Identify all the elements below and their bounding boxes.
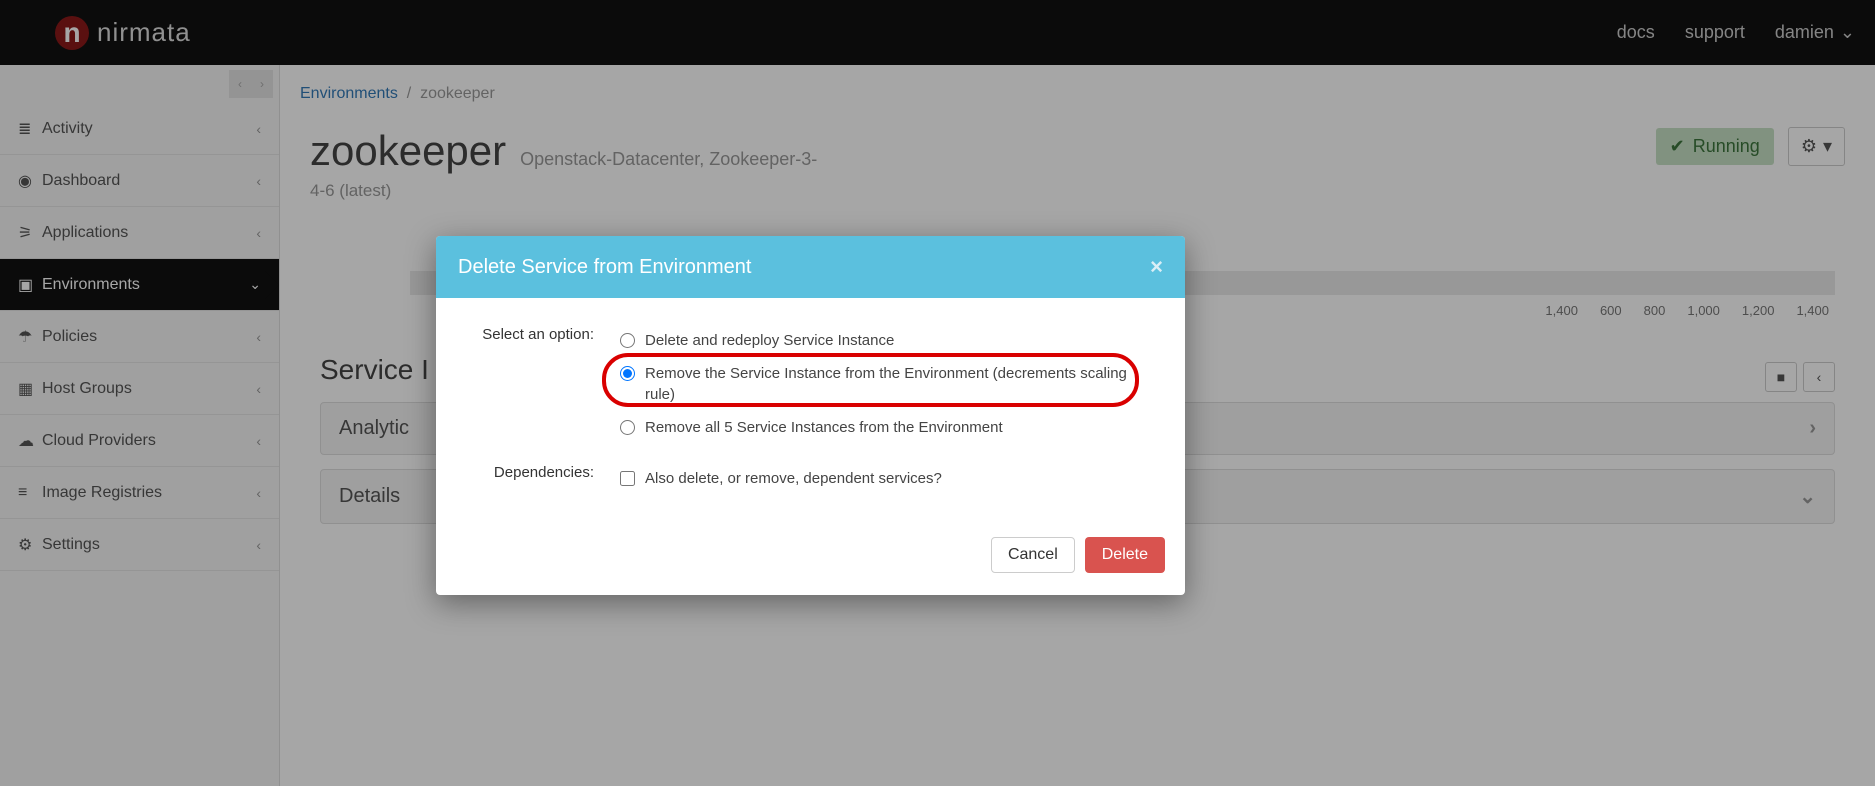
option-remove-all[interactable]: Remove all 5 Service Instances from the … [612, 411, 1159, 444]
option-text: Remove the Service Instance from the Env… [645, 363, 1151, 405]
checkbox-dependencies[interactable] [620, 471, 635, 486]
cancel-button[interactable]: Cancel [991, 537, 1075, 573]
modal-footer: Cancel Delete [436, 523, 1185, 595]
delete-button[interactable]: Delete [1085, 537, 1165, 573]
modal-body: Select an option: Delete and redeploy Se… [436, 298, 1185, 523]
option-label: Select an option: [462, 324, 612, 444]
delete-service-modal: Delete Service from Environment × Select… [436, 236, 1185, 595]
option-group: Delete and redeploy Service Instance Rem… [612, 324, 1159, 444]
dependencies-label: Dependencies: [462, 462, 612, 495]
dependencies-text: Also delete, or remove, dependent servic… [645, 468, 1151, 489]
modal-header: Delete Service from Environment × [436, 236, 1185, 298]
radio-delete-redeploy[interactable] [620, 333, 635, 348]
radio-remove-all[interactable] [620, 420, 635, 435]
radio-remove-instance[interactable] [620, 366, 635, 381]
option-text: Remove all 5 Service Instances from the … [645, 417, 1151, 438]
dependencies-option[interactable]: Also delete, or remove, dependent servic… [612, 462, 1159, 495]
modal-title: Delete Service from Environment [458, 256, 751, 279]
option-delete-redeploy[interactable]: Delete and redeploy Service Instance [612, 324, 1159, 357]
option-remove-instance[interactable]: Remove the Service Instance from the Env… [612, 357, 1159, 411]
close-icon[interactable]: × [1150, 254, 1163, 280]
option-text: Delete and redeploy Service Instance [645, 330, 1151, 351]
